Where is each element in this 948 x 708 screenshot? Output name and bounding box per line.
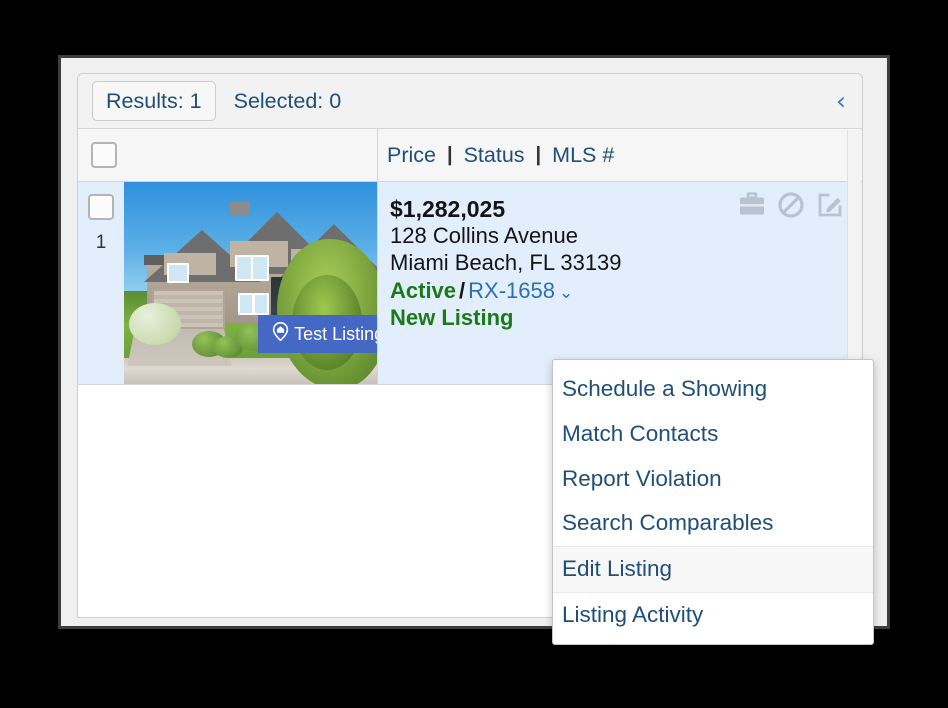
column-header-mls[interactable]: MLS # [552, 143, 614, 168]
photo-window-1 [167, 262, 189, 283]
property-photo[interactable]: Test Listing [124, 182, 377, 384]
menu-item-report-violation[interactable]: Report Violation [553, 457, 873, 502]
photo-window-5 [253, 293, 270, 316]
header-fields-cell: Price | Status | MLS # [378, 129, 862, 181]
listing-status-line: Active / RX-1658 ⌄ [390, 277, 862, 305]
listing-address-line2: Miami Beach, FL 33139 [390, 249, 622, 275]
results-count-button[interactable]: Results: 1 [92, 81, 216, 121]
photo-window-3 [250, 254, 269, 281]
chevron-left-icon[interactable]: ‹ [836, 89, 846, 114]
row-action-icons [737, 190, 845, 220]
test-listing-badge: Test Listing [258, 315, 377, 354]
chevron-down-icon[interactable]: ⌄ [555, 283, 573, 303]
listing-detail-cell: $1,282,025 128 Collins Avenue Miami Beac… [378, 182, 862, 384]
column-header-status[interactable]: Status [464, 143, 525, 168]
listing-context-menu: Schedule a Showing Match Contacts Report… [552, 359, 874, 645]
menu-item-search-comparables[interactable]: Search Comparables [553, 501, 873, 546]
row-select-checkbox[interactable] [88, 194, 114, 220]
column-separator-1: | [446, 143, 453, 166]
column-header-price[interactable]: Price [387, 143, 436, 168]
menu-item-listing-activity[interactable]: Listing Activity [553, 593, 873, 638]
briefcase-icon[interactable] [737, 190, 767, 220]
app-window-frame: Results: 1 Selected: 0 ‹ Price | Status … [58, 55, 890, 645]
new-listing-flag: New Listing [390, 305, 514, 331]
menu-item-match-contacts[interactable]: Match Contacts [553, 412, 873, 457]
listing-mls-number[interactable]: RX-1658 [468, 278, 555, 303]
photo-window-4 [237, 293, 254, 316]
home-pin-icon [272, 322, 289, 346]
row-index-label: 1 [95, 232, 107, 253]
edit-square-icon[interactable] [815, 190, 845, 220]
status-badge: Active [390, 277, 457, 303]
test-listing-badge-label: Test Listing [294, 323, 377, 344]
listing-address-line1: 128 Collins Avenue [390, 223, 578, 249]
listing-row[interactable]: 1 Test Listing $1,282,025 128 Collins Av… [78, 182, 862, 385]
menu-item-edit-listing[interactable]: Edit Listing [553, 546, 873, 593]
selected-count-label: Selected: 0 [233, 88, 342, 113]
column-separator-2: | [535, 143, 542, 166]
row-checkbox-column: 1 [78, 182, 124, 384]
status-mls-separator: / [459, 277, 466, 303]
prohibited-icon[interactable] [776, 190, 806, 220]
photo-bush-1 [129, 303, 182, 346]
column-header-row: Price | Status | MLS # [78, 129, 862, 182]
select-all-checkbox[interactable] [91, 142, 117, 168]
row-select-cell: 1 Test Listing [78, 182, 378, 384]
results-toolbar: Results: 1 Selected: 0 ‹ [78, 74, 862, 129]
header-select-cell [78, 129, 378, 181]
photo-chimney [230, 202, 251, 217]
menu-item-schedule-a-showing[interactable]: Schedule a Showing [553, 367, 873, 412]
